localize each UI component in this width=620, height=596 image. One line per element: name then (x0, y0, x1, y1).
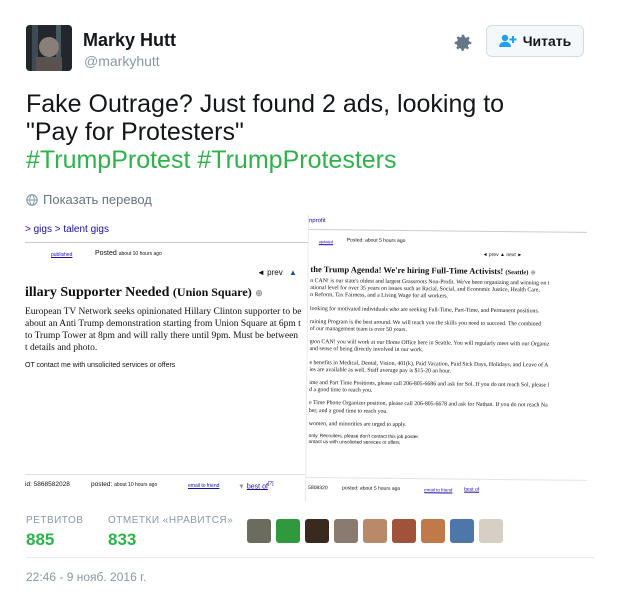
ad-left-title: illary Supporter Needed (Union Square) ⊕ (25, 285, 263, 300)
hashtag-trumpprotest[interactable]: #TrumpProtest (26, 146, 190, 174)
likes-stat[interactable]: ОТМЕТКИ «НРАВИТСЯ» 833 (108, 515, 233, 550)
likes-count: 833 (108, 530, 137, 549)
ad-left-body: European TV Network seeks opinionated Hi… (25, 307, 302, 353)
ad-right: nprofit updated Posted: about 5 hours ag… (305, 215, 587, 501)
tweet-line-1: Fake Outrage? Just found 2 ads, looking … (26, 90, 505, 118)
translate-label: Показать перевод (43, 192, 152, 207)
retweets-label: РЕТВИТОВ (26, 515, 84, 526)
ad-left-footer-best: ▼ best of[?] (238, 481, 274, 491)
ad-left-footer-posted: posted: about 10 hours ago (91, 481, 158, 488)
liker-avatar[interactable] (479, 519, 503, 543)
author-name[interactable]: Marky Hutt (83, 30, 176, 51)
tweet-timestamp[interactable]: 22:46 - 9 нояб. 2016 г. (26, 570, 146, 584)
ad-right-nav: ◄ prev ▲ next ► (482, 251, 523, 259)
avatar-image (26, 25, 72, 71)
follow-label: Читать (522, 33, 572, 49)
ad-right-body: n CAN! is our state's oldest and largest… (308, 278, 550, 447)
liker-avatar[interactable] (276, 519, 300, 543)
author-avatar[interactable] (26, 25, 72, 71)
liker-avatar[interactable] (421, 519, 445, 543)
ad-right-footer-id: 5808320 (308, 485, 328, 492)
globe-icon (26, 193, 38, 206)
liker-avatar[interactable] (450, 519, 474, 543)
ad-left-notice: OT contact me with unsolicited services … (25, 362, 176, 369)
tweet-text: Fake Outrage? Just found 2 ads, looking … (26, 90, 596, 174)
ad-right-footer-posted: posted: about 5 hours ago (342, 485, 401, 492)
liker-avatar[interactable] (363, 519, 387, 543)
ad-left: > gigs > talent gigs published Posted ab… (25, 215, 315, 501)
up-arrow-icon: ▲ (289, 268, 297, 277)
liker-avatar[interactable] (392, 519, 416, 543)
ad-left-posted-label: Posted (95, 250, 117, 257)
divider (26, 557, 594, 558)
ad-left-prev: ◄ prev (257, 268, 283, 277)
likes-label: ОТМЕТКИ «НРАВИТСЯ» (108, 515, 234, 526)
ad-left-footer-id: id: 5868582028 (25, 481, 70, 488)
gear-icon[interactable] (452, 32, 474, 54)
ad-right-updated: updated (318, 239, 334, 245)
ad-left-footer-email: email to friend (188, 483, 220, 489)
retweets-stat[interactable]: РЕТВИТОВ 885 (26, 515, 83, 550)
ad-right-footer-email: email to friend (424, 487, 453, 493)
author-handle[interactable]: @markyhutt (84, 53, 160, 69)
liker-avatar[interactable] (334, 519, 358, 543)
ad-right-title: the Trump Agenda! We're hiring Full-Time… (310, 264, 536, 277)
add-user-icon (498, 34, 517, 47)
retweets-count: 885 (26, 530, 55, 549)
ad-left-posted-time: about 10 hours ago (118, 251, 162, 257)
tweet-photo[interactable]: > gigs > talent gigs published Posted ab… (25, 215, 587, 501)
ad-right-footer-best: best of (464, 486, 480, 493)
translate-link[interactable]: Показать перевод (26, 192, 152, 207)
ad-right-posted: Posted: about 5 hours ago (346, 237, 406, 245)
liker-avatars (247, 519, 503, 543)
follow-button[interactable]: Читать (486, 25, 584, 57)
tweet-line-2: "Pay for Protesters" (26, 118, 244, 146)
ad-left-published: published (51, 252, 73, 258)
ad-left-posted: Posted about 10 hours ago (95, 250, 162, 257)
liker-avatar[interactable] (247, 519, 271, 543)
liker-avatar[interactable] (305, 519, 329, 543)
hashtag-trumpprotesters[interactable]: #TrumpProtesters (197, 146, 396, 174)
ad-right-header: nprofit (308, 218, 326, 225)
ad-left-breadcrumb: > gigs > talent gigs (25, 224, 109, 235)
